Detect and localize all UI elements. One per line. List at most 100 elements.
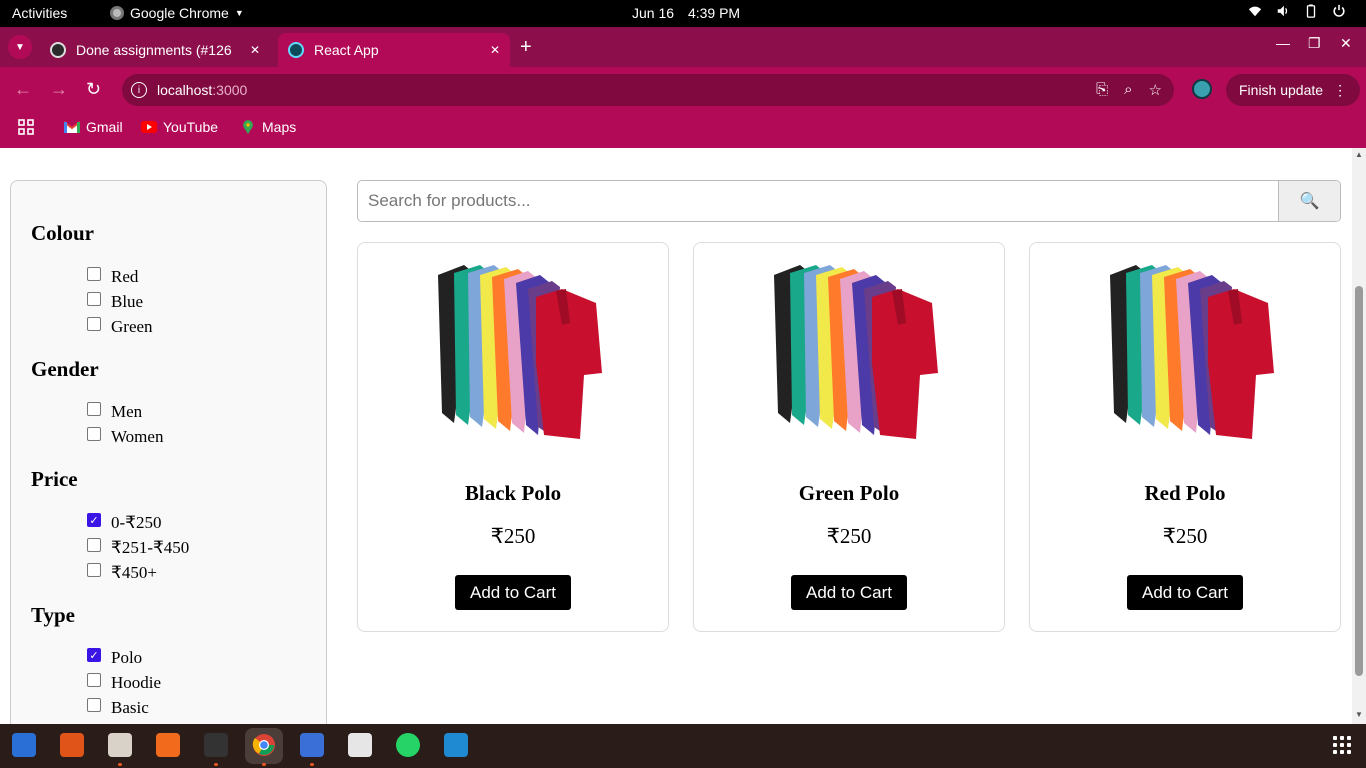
github-icon bbox=[50, 42, 66, 58]
checkbox[interactable] bbox=[87, 427, 101, 441]
product-price: ₹250 bbox=[826, 524, 872, 548]
notes-icon[interactable] bbox=[300, 733, 324, 757]
filter-option-price-0-250[interactable]: ✓ 0-₹250 bbox=[87, 513, 161, 533]
checkbox-checked[interactable]: ✓ bbox=[87, 648, 101, 662]
close-window-icon[interactable]: ✕ bbox=[1340, 35, 1352, 52]
filter-option-price-251-450[interactable]: ₹251-₹450 bbox=[87, 538, 189, 558]
files-icon[interactable] bbox=[108, 733, 132, 757]
filter-option-women[interactable]: Women bbox=[87, 427, 163, 447]
system-tray[interactable] bbox=[1248, 4, 1346, 18]
battery-icon bbox=[1306, 4, 1316, 18]
vscode-icon[interactable] bbox=[444, 733, 468, 757]
maps-icon bbox=[243, 120, 253, 134]
filter-option-basic[interactable]: Basic bbox=[87, 698, 149, 718]
whatsapp-icon[interactable] bbox=[396, 733, 420, 757]
apps-grid-icon[interactable] bbox=[18, 119, 34, 135]
running-indicator bbox=[214, 763, 218, 766]
add-to-cart-button[interactable]: Add to Cart bbox=[791, 575, 907, 610]
finish-update-button[interactable]: Finish update ⋮ bbox=[1226, 74, 1360, 106]
url-text[interactable]: localhost:3000 bbox=[157, 82, 247, 98]
text-editor-icon[interactable] bbox=[12, 733, 36, 757]
product-card: Black Polo ₹250 Add to Cart bbox=[357, 242, 669, 632]
polo-shirts-graphic bbox=[438, 265, 602, 439]
search-input[interactable] bbox=[358, 181, 1279, 221]
close-tab-icon[interactable]: ✕ bbox=[490, 43, 500, 57]
install-app-icon[interactable]: ⎘ bbox=[1096, 81, 1108, 99]
filter-option-label: Basic bbox=[111, 698, 149, 717]
checkbox[interactable] bbox=[87, 267, 101, 281]
volume-icon bbox=[1277, 5, 1288, 17]
caret-down-icon: ▼ bbox=[234, 8, 244, 18]
filter-option-label: Green bbox=[111, 317, 153, 336]
scroll-up-icon[interactable]: ▲ bbox=[1355, 150, 1363, 159]
terminal-icon[interactable] bbox=[204, 733, 228, 757]
product-card: Green Polo ₹250 Add to Cart bbox=[693, 242, 1005, 632]
back-icon[interactable]: ← bbox=[14, 79, 32, 100]
tab-react-app[interactable]: React App ✕ bbox=[278, 33, 510, 67]
minimize-icon[interactable]: — bbox=[1276, 35, 1290, 51]
scrollbar-thumb[interactable] bbox=[1355, 286, 1363, 676]
bookmark-star-icon[interactable]: ☆ bbox=[1149, 81, 1162, 99]
bookmark-gmail[interactable]: Gmail bbox=[64, 119, 123, 135]
product-image bbox=[774, 265, 938, 439]
document-viewer-icon[interactable] bbox=[348, 733, 372, 757]
chrome-dock-icon[interactable] bbox=[252, 733, 276, 757]
tab-done-assignments[interactable]: Done assignments (#126 ✕ bbox=[40, 33, 270, 67]
add-to-cart-button[interactable]: Add to Cart bbox=[455, 575, 571, 610]
new-tab-button[interactable]: + bbox=[520, 36, 532, 59]
site-info-icon[interactable]: i bbox=[131, 82, 147, 98]
reload-icon[interactable]: ↻ bbox=[86, 79, 101, 100]
zoom-icon[interactable]: ⌕ bbox=[1124, 81, 1132, 99]
checkbox[interactable] bbox=[87, 292, 101, 306]
power-icon bbox=[1333, 4, 1345, 17]
bookmark-maps[interactable]: Maps bbox=[240, 119, 296, 135]
restore-icon[interactable]: ❐ bbox=[1308, 35, 1321, 52]
finish-update-label: Finish update bbox=[1239, 82, 1324, 98]
filter-option-red[interactable]: Red bbox=[87, 267, 138, 287]
page-viewport: Colour Red Blue Green Gender Men Women P… bbox=[0, 148, 1352, 724]
system-top-bar: Activities Google Chrome ▼ Jun 16 4:39 P… bbox=[0, 0, 1366, 27]
react-icon bbox=[288, 42, 304, 58]
add-to-cart-button[interactable]: Add to Cart bbox=[1127, 575, 1243, 610]
product-price: ₹250 bbox=[1162, 524, 1208, 548]
search-bar: 🔍 bbox=[357, 180, 1341, 222]
app-menu[interactable]: Google Chrome ▼ bbox=[110, 5, 244, 21]
search-button[interactable]: 🔍 bbox=[1278, 181, 1340, 221]
address-bar[interactable]: i localhost:3000 ⎘ ⌕ ☆ bbox=[122, 74, 1174, 106]
checkbox[interactable] bbox=[87, 317, 101, 331]
more-menu-icon: ⋮ bbox=[1333, 81, 1348, 98]
activities-button[interactable]: Activities bbox=[12, 5, 67, 21]
page-scrollbar[interactable]: ▲ ▼ bbox=[1352, 148, 1366, 724]
product-card: Red Polo ₹250 Add to Cart bbox=[1029, 242, 1341, 632]
scroll-down-icon[interactable]: ▼ bbox=[1355, 710, 1363, 719]
filter-sidebar: Colour Red Blue Green Gender Men Women P… bbox=[10, 180, 327, 724]
filter-option-hoodie[interactable]: Hoodie bbox=[87, 673, 161, 693]
filter-option-green[interactable]: Green bbox=[87, 317, 153, 337]
checkbox[interactable] bbox=[87, 673, 101, 687]
extension-icon[interactable] bbox=[1192, 79, 1212, 99]
filter-option-label: Men bbox=[111, 402, 143, 421]
checkbox[interactable] bbox=[87, 402, 101, 416]
wifi-icon bbox=[1248, 6, 1262, 17]
bookmark-youtube[interactable]: YouTube bbox=[141, 119, 218, 135]
tab-search-button[interactable]: ▼ bbox=[8, 35, 32, 59]
filter-option-blue[interactable]: Blue bbox=[87, 292, 143, 312]
app-menu-label: Google Chrome bbox=[130, 5, 229, 21]
show-apps-icon[interactable] bbox=[1333, 736, 1351, 754]
checkbox[interactable] bbox=[87, 698, 101, 712]
checkbox[interactable] bbox=[87, 538, 101, 552]
filter-option-men[interactable]: Men bbox=[87, 402, 142, 422]
filter-option-polo[interactable]: ✓ Polo bbox=[87, 648, 142, 668]
polo-shirts-graphic bbox=[1110, 265, 1274, 439]
filter-option-price-450-plus[interactable]: ₹450+ bbox=[87, 563, 157, 583]
clock[interactable]: Jun 16 4:39 PM bbox=[632, 5, 740, 21]
app-center-icon[interactable] bbox=[156, 733, 180, 757]
forward-icon[interactable]: → bbox=[50, 79, 68, 100]
checkbox-checked[interactable]: ✓ bbox=[87, 513, 101, 527]
close-tab-icon[interactable]: ✕ bbox=[250, 43, 260, 57]
software-updater-icon[interactable] bbox=[60, 733, 84, 757]
bookmark-label: Maps bbox=[262, 119, 297, 135]
filter-title-type: Type bbox=[31, 603, 75, 627]
date: Jun 16 bbox=[632, 5, 675, 21]
checkbox[interactable] bbox=[87, 563, 101, 577]
